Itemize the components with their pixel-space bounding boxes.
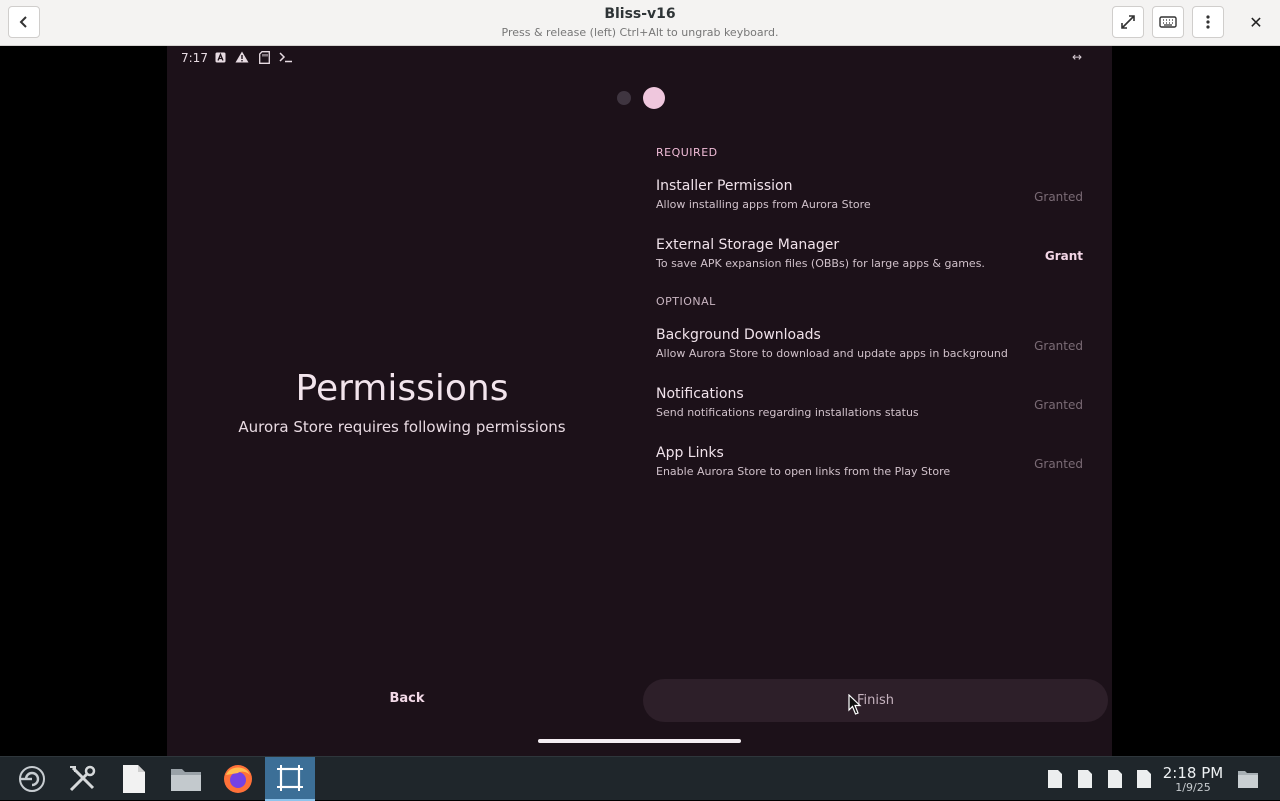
- firefox-icon[interactable]: [218, 761, 258, 797]
- close-icon: ✕: [1249, 12, 1263, 32]
- terminal-icon: [279, 50, 293, 64]
- finish-label: Finish: [856, 693, 894, 708]
- document-icon[interactable]: [1136, 769, 1152, 789]
- permission-title: Background Downloads: [656, 327, 821, 343]
- permission-status: Granted: [1034, 398, 1083, 412]
- warning-icon: [235, 50, 249, 64]
- page-indicator: [617, 87, 665, 109]
- section-required-label: REQUIRED: [656, 146, 718, 159]
- status-icons: [213, 50, 293, 64]
- permission-status: Granted: [1034, 339, 1083, 353]
- file-manager-icon[interactable]: [166, 761, 206, 797]
- mouse-cursor-icon: [848, 694, 862, 715]
- document-icon[interactable]: [1077, 769, 1093, 789]
- permission-desc: To save APK expansion files (OBBs) for l…: [656, 257, 985, 270]
- folder-icon[interactable]: [1237, 769, 1259, 789]
- permission-title: External Storage Manager: [656, 237, 840, 253]
- grant-button[interactable]: Grant: [1045, 249, 1083, 263]
- menu-button[interactable]: [1192, 6, 1224, 38]
- permission-desc: Enable Aurora Store to open links from t…: [656, 465, 951, 478]
- fullscreen-button[interactable]: [1112, 6, 1144, 38]
- finish-button[interactable]: Finish: [643, 679, 1108, 722]
- page-dot-1: [617, 91, 631, 105]
- expand-icon: [1121, 15, 1135, 29]
- app-launcher-icon[interactable]: [12, 761, 52, 797]
- permission-installer[interactable]: Installer Permission Allow installing ap…: [656, 178, 1086, 222]
- permission-app-links[interactable]: App Links Enable Aurora Store to open li…: [656, 445, 1086, 489]
- a-badge-icon: [213, 50, 227, 64]
- permission-title: Installer Permission: [656, 178, 793, 194]
- clock-date[interactable]: 1/9/25: [1160, 781, 1226, 794]
- sd-card-icon: [257, 50, 271, 64]
- status-right-icon: ↔: [1071, 50, 1082, 64]
- permission-notifications[interactable]: Notifications Send notifications regardi…: [656, 386, 1086, 430]
- document-icon[interactable]: [1107, 769, 1123, 789]
- keyboard-icon: [1159, 16, 1177, 28]
- window-titlebar: Bliss-v16 Press & release (left) Ctrl+Al…: [0, 0, 1280, 46]
- permission-desc: Send notifications regarding installatio…: [656, 406, 919, 419]
- close-button[interactable]: ✕: [1240, 6, 1272, 38]
- kebab-menu-icon: [1206, 15, 1210, 29]
- text-editor-icon[interactable]: [114, 761, 154, 797]
- system-settings-icon[interactable]: [62, 761, 102, 797]
- permission-status: Granted: [1034, 457, 1083, 471]
- page-title: Permissions: [295, 368, 509, 409]
- permission-title: Notifications: [656, 386, 744, 402]
- permission-desc: Allow installing apps from Aurora Store: [656, 198, 871, 211]
- page-dot-2-active: [643, 87, 665, 109]
- page-subtitle: Aurora Store requires following permissi…: [238, 418, 566, 436]
- waydroid-icon[interactable]: [265, 757, 315, 801]
- window-title: Bliss-v16: [604, 6, 676, 22]
- permission-storage[interactable]: External Storage Manager To save APK exp…: [656, 237, 1086, 281]
- back-button[interactable]: Back: [362, 691, 452, 711]
- permission-status: Granted: [1034, 190, 1083, 204]
- keyboard-button[interactable]: [1152, 6, 1184, 38]
- section-optional-label: OPTIONAL: [656, 295, 716, 308]
- clock-time[interactable]: 2:18 PM: [1160, 764, 1226, 782]
- status-time: 7:17: [181, 51, 208, 65]
- permission-desc: Allow Aurora Store to download and updat…: [656, 347, 1008, 360]
- window-subtitle: Press & release (left) Ctrl+Alt to ungra…: [501, 26, 779, 39]
- desktop-taskbar: 2:18 PM 1/9/25: [0, 756, 1280, 801]
- permission-background-downloads[interactable]: Background Downloads Allow Aurora Store …: [656, 327, 1086, 371]
- permission-title: App Links: [656, 445, 724, 461]
- gesture-home-bar[interactable]: [538, 739, 741, 743]
- android-screen: 7:17 ↔ Permissions Aurora Store requires…: [167, 46, 1112, 756]
- clipboard-icon[interactable]: [1047, 769, 1063, 789]
